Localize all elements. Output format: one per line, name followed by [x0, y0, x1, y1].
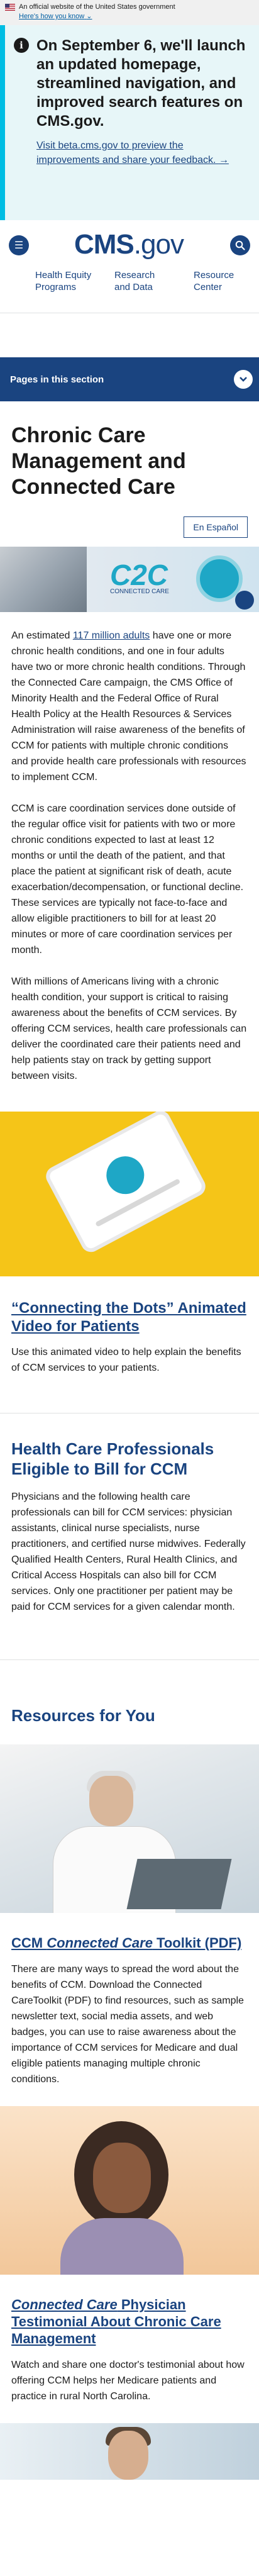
- primary-nav: Health Equity Programs Research and Data…: [35, 269, 250, 293]
- testimonial-title-em: Connected Care: [11, 2297, 118, 2312]
- site-alert: i On September 6, we'll launch an update…: [0, 25, 259, 220]
- gov-banner: An official website of the United States…: [0, 0, 259, 25]
- intro-p1-after: have one or more chronic health conditio…: [11, 630, 246, 783]
- search-icon: [235, 240, 245, 250]
- video-description: Use this animated video to help explain …: [11, 1347, 241, 1373]
- nav-resource-center[interactable]: Resource Center: [194, 269, 250, 293]
- alert-feedback-link[interactable]: Visit beta.cms.gov to preview the improv…: [36, 140, 229, 165]
- menu-icon: ☰: [14, 240, 24, 251]
- arrow-right-icon: →: [218, 155, 229, 165]
- c2c-logo-text: C2C: [110, 559, 168, 591]
- menu-button[interactable]: ☰: [9, 235, 29, 255]
- heres-how-you-know-label: Here's how you know: [19, 13, 85, 20]
- section-nav-label: Pages in this section: [10, 374, 104, 385]
- site-header: ☰ CMS.gov Health Equity Programs Researc…: [0, 220, 259, 313]
- toolkit-title-before: CCM: [11, 1935, 47, 1951]
- phone-avatar: [99, 1149, 151, 1201]
- section-nav-toggle[interactable]: Pages in this section: [0, 357, 259, 401]
- alert-feedback-link-label: Visit beta.cms.gov to preview the improv…: [36, 140, 216, 165]
- nav-research-and-data[interactable]: Research and Data: [114, 269, 171, 293]
- phone-illustration: [42, 1112, 209, 1256]
- hero-photo: [0, 547, 87, 612]
- search-button[interactable]: [230, 235, 250, 255]
- testimonial-image: [0, 2106, 259, 2275]
- chevron-down-icon: ⌄: [86, 13, 92, 20]
- spanish-language-button[interactable]: En Español: [184, 516, 248, 538]
- section-divider: [0, 1376, 259, 1413]
- cms-logo[interactable]: CMS.gov: [74, 229, 184, 260]
- physician-testimonial-link[interactable]: Connected Care Physician Testimonial Abo…: [11, 2297, 221, 2346]
- decorative-circle-small: [235, 591, 254, 610]
- page-title: Chronic Care Management and Connected Ca…: [11, 423, 186, 499]
- intro-paragraph-3: With millions of Americans living with a…: [11, 976, 247, 1081]
- section-divider: [0, 1615, 259, 1660]
- next-resource-image: [0, 2423, 259, 2480]
- intro-text: An estimated 117 million adults have one…: [0, 628, 259, 1084]
- video-thumbnail[interactable]: [0, 1112, 259, 1276]
- logo-main: CMS: [74, 229, 135, 260]
- intro-paragraph-1: An estimated 117 million adults have one…: [11, 628, 248, 785]
- toolkit-image: [0, 1744, 259, 1913]
- logo-suffix: .gov: [133, 229, 184, 260]
- info-icon: i: [14, 38, 29, 53]
- resources-heading: Resources for You: [11, 1706, 155, 1725]
- intro-p1-before: An estimated: [11, 630, 73, 641]
- testimonial-description: Watch and share one doctor's testimonial…: [11, 2360, 245, 2402]
- photo-head: [89, 1776, 133, 1826]
- chevron-down-icon: [234, 370, 253, 389]
- eligible-heading: Health Care Professionals Eligible to Bi…: [11, 1439, 214, 1478]
- gov-banner-text: An official website of the United States…: [19, 3, 175, 11]
- connecting-the-dots-video-link[interactable]: “Connecting the Dots” Animated Video for…: [11, 1300, 246, 1335]
- photo-shirt: [60, 2218, 184, 2275]
- us-flag-icon: [5, 4, 15, 11]
- connected-care-logo: C2C CONNECTED CARE: [110, 558, 169, 595]
- photo-laptop: [126, 1859, 232, 1909]
- photo-head: [108, 2431, 148, 2480]
- photo-face: [93, 2143, 151, 2213]
- hero-banner-image: C2C CONNECTED CARE: [0, 547, 259, 612]
- c2c-logo-subtext: CONNECTED CARE: [110, 588, 169, 595]
- 117-million-adults-link[interactable]: 117 million adults: [73, 630, 150, 641]
- nav-health-equity-programs[interactable]: Health Equity Programs: [35, 269, 92, 293]
- toolkit-description: There are many ways to spread the word a…: [11, 1964, 244, 2085]
- ccm-toolkit-link[interactable]: CCM Connected Care Toolkit (PDF): [11, 1935, 241, 1951]
- intro-paragraph-2: CCM is care coordination services done o…: [11, 803, 244, 956]
- heres-how-you-know-link[interactable]: Here's how you know ⌄: [19, 13, 92, 20]
- toolkit-title-after: Toolkit (PDF): [152, 1935, 242, 1951]
- alert-heading: On September 6, we'll launch an updated …: [36, 37, 246, 130]
- toolkit-title-em: Connected Care: [47, 1935, 153, 1951]
- eligible-text: Physicians and the following health care…: [11, 1492, 246, 1612]
